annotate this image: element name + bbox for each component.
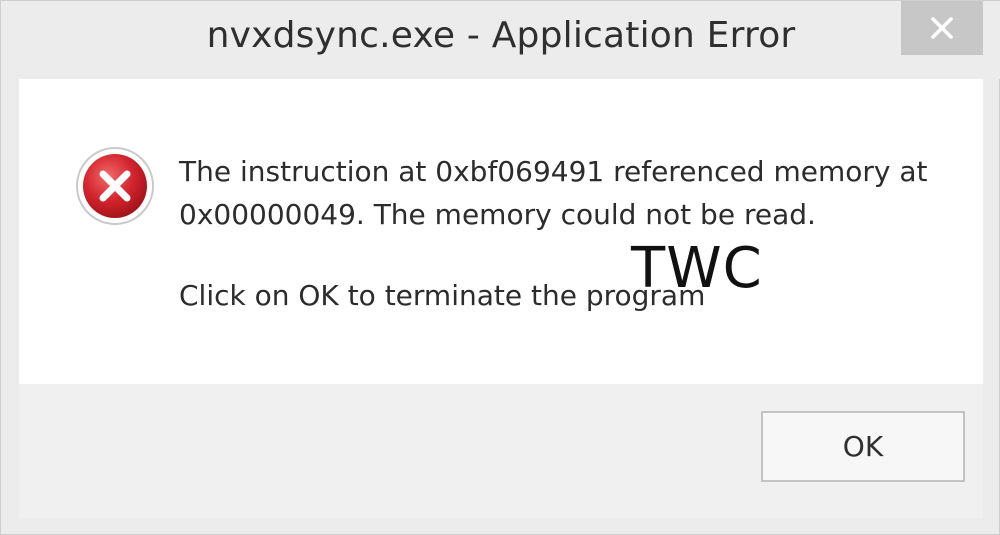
window-title: nvxdsync.exe - Application Error (206, 15, 796, 56)
terminate-instruction: Click on OK to terminate the program (179, 279, 706, 312)
error-icon (76, 147, 154, 225)
error-message-line-1: The instruction at 0xbf069491 referenced… (179, 155, 928, 188)
message-area: The instruction at 0xbf069491 referenced… (19, 79, 983, 384)
button-area: OK (19, 384, 983, 518)
watermark: TWC (631, 236, 763, 301)
ok-button[interactable]: OK (761, 411, 965, 482)
close-icon (931, 17, 953, 39)
error-message-line-2: 0x00000049. The memory could not be read… (179, 198, 816, 231)
application-error-dialog: nvxdsync.exe - Application Error The ins… (0, 0, 1000, 535)
title-bar[interactable]: nvxdsync.exe - Application Error (1, 1, 1000, 79)
close-button[interactable] (901, 1, 983, 55)
